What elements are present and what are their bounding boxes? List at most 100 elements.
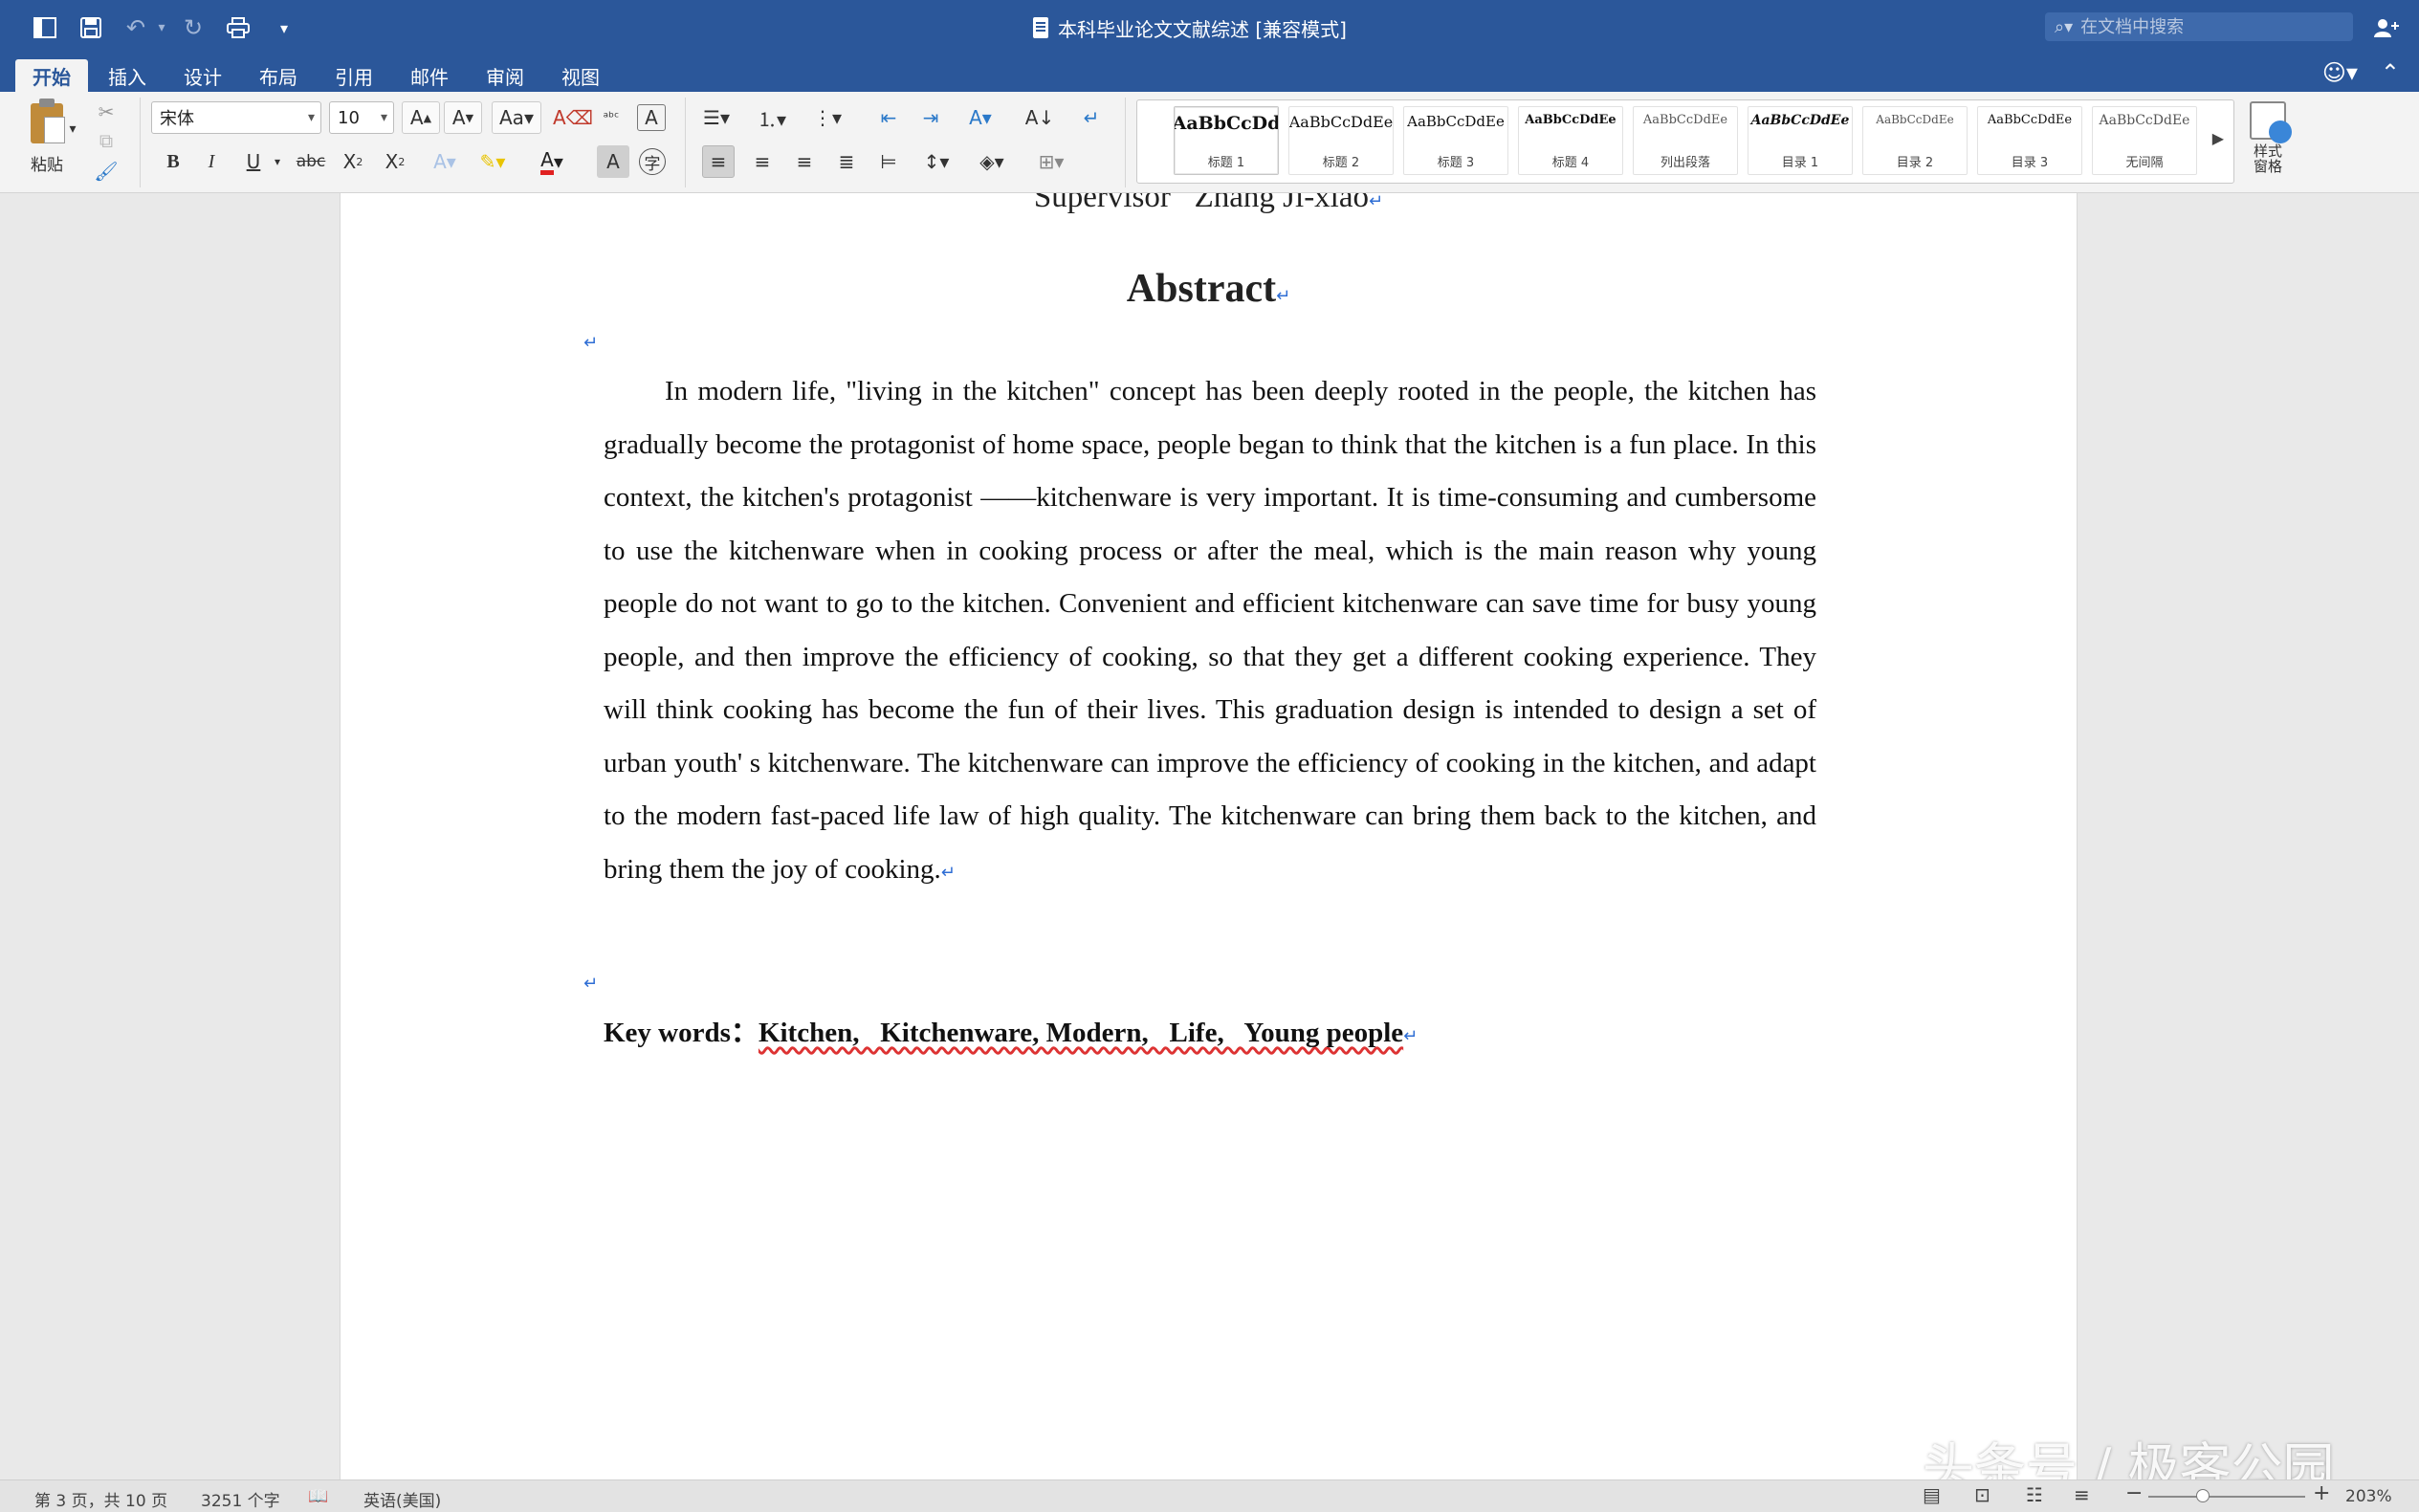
document-page[interactable]: Supervisor Zhang Ji-xiao↵ Abstract↵ ↵ In… — [340, 193, 2078, 1479]
highlight-color-icon[interactable]: ✎▾ — [476, 145, 509, 178]
zoom-in-icon[interactable]: + — [2313, 1481, 2330, 1505]
justify-icon[interactable]: ≣ — [830, 145, 863, 178]
align-left-icon[interactable]: ≡ — [702, 145, 735, 178]
style-heading-3[interactable]: AaBbCcDdEe 标题 3 — [1403, 106, 1508, 175]
abstract-paragraph[interactable]: In modern life, "living in the kitchen" … — [604, 365, 1816, 899]
collapse-ribbon-icon[interactable]: ⌃ — [2381, 59, 2400, 86]
paragraph-mark-icon: ↵ — [1369, 193, 1384, 211]
copy-icon[interactable]: ⧉ — [90, 124, 122, 157]
share-icon[interactable] — [2370, 11, 2403, 44]
tab-design[interactable]: 设计 — [166, 59, 239, 92]
sidebar-toggle-icon[interactable] — [29, 11, 61, 44]
style-label: 目录 3 — [2011, 156, 2049, 170]
style-toc-3[interactable]: AaBbCcDdEe 目录 3 — [1977, 106, 2082, 175]
zoom-level[interactable]: 203% — [2345, 1487, 2392, 1506]
style-label: 目录 1 — [1781, 156, 1819, 170]
clear-formatting-icon[interactable]: A⌫ — [553, 101, 593, 134]
page-count[interactable]: 第 3 页，共 10 页 — [34, 1487, 167, 1511]
search-input[interactable] — [2080, 16, 2330, 37]
tab-layout[interactable]: 布局 — [242, 59, 315, 92]
decrease-indent-icon[interactable]: ⇤ — [872, 101, 905, 134]
increase-indent-icon[interactable]: ⇥ — [914, 101, 947, 134]
undo-dropdown-icon[interactable]: ▾ — [145, 11, 178, 44]
search-box[interactable]: ⌕▾ — [2045, 12, 2353, 41]
style-sample: AaBbCcDdEe — [1987, 113, 2073, 127]
distributed-icon[interactable]: ⊨ — [872, 145, 905, 178]
feedback-smiley-icon[interactable]: ☺▾ — [2322, 59, 2358, 86]
draft-view-icon[interactable]: ≡ — [2074, 1483, 2090, 1506]
italic-icon[interactable]: I — [195, 145, 228, 178]
tab-review[interactable]: 审阅 — [469, 59, 541, 92]
proofing-icon[interactable]: 📖 — [308, 1487, 328, 1506]
sort-icon[interactable]: A↓ — [1023, 101, 1056, 134]
numbering-icon[interactable]: ⒈▾ — [756, 101, 788, 134]
document-area[interactable]: Supervisor Zhang Ji-xiao↵ Abstract↵ ↵ In… — [0, 193, 2419, 1479]
supervisor-line[interactable]: Supervisor Zhang Ji-xiao↵ — [341, 193, 2077, 215]
underline-dropdown-icon[interactable]: ▾ — [270, 145, 285, 178]
character-shading-icon[interactable]: A — [597, 145, 629, 178]
outline-view-icon[interactable]: ☷ — [2026, 1483, 2043, 1506]
enclose-characters-icon[interactable]: 字 — [639, 148, 666, 175]
subscript-icon[interactable]: X2 — [337, 145, 369, 178]
font-name-value: 宋体 — [160, 109, 194, 129]
phonetic-guide-icon[interactable]: ᵃᵇᶜ — [595, 101, 627, 134]
customize-toolbar-icon[interactable]: ▾ — [268, 11, 300, 44]
document-icon — [1033, 17, 1048, 38]
font-color-icon[interactable]: A ▾ — [536, 145, 568, 178]
styles-gallery-next-icon[interactable]: ▶ — [2212, 129, 2224, 147]
print-layout-icon[interactable]: ▤ — [1923, 1483, 1941, 1506]
asian-layout-icon[interactable]: A▾ — [964, 101, 997, 134]
tab-home[interactable]: 开始 — [15, 59, 88, 92]
redo-icon[interactable]: ↻ — [177, 11, 209, 44]
format-painter-icon[interactable]: 🖌 — [90, 155, 122, 187]
zoom-slider-thumb[interactable] — [2196, 1489, 2210, 1502]
styles-pane-icon — [2250, 101, 2292, 143]
tab-view[interactable]: 视图 — [544, 59, 617, 92]
style-label: 列出段落 — [1660, 156, 1710, 170]
web-layout-icon[interactable]: ⊡ — [1974, 1483, 1990, 1506]
paste-label: 粘贴 — [31, 156, 63, 175]
language-indicator[interactable]: 英语(美国) — [363, 1487, 441, 1511]
font-size-select[interactable]: 10 — [329, 101, 394, 134]
zoom-out-icon[interactable]: − — [2125, 1481, 2143, 1505]
tab-insert[interactable]: 插入 — [91, 59, 164, 92]
style-toc-2[interactable]: AaBbCcDdEe 目录 2 — [1862, 106, 1968, 175]
character-border-icon[interactable]: A — [637, 104, 666, 131]
borders-icon[interactable]: ⊞▾ — [1035, 145, 1067, 178]
align-right-icon[interactable]: ≡ — [788, 145, 821, 178]
text-effects-icon[interactable]: A▾ — [429, 145, 461, 178]
tab-references[interactable]: 引用 — [318, 59, 390, 92]
abstract-heading[interactable]: Abstract↵ — [341, 266, 2077, 312]
change-case-icon[interactable]: Aa▾ — [492, 101, 541, 134]
align-center-icon[interactable]: ≡ — [746, 145, 779, 178]
style-label: 无间隔 — [2125, 156, 2164, 170]
cut-icon[interactable]: ✂ — [90, 96, 122, 128]
style-heading-4[interactable]: AaBbCcDdEe 标题 4 — [1518, 106, 1623, 175]
multilevel-list-icon[interactable]: ⋮▾ — [811, 101, 844, 134]
styles-pane-button[interactable]: 样式 窗格 — [2244, 101, 2292, 187]
font-name-select[interactable]: 宋体 — [151, 101, 321, 134]
show-formatting-marks-icon[interactable]: ↵ — [1075, 101, 1108, 134]
tab-mailings[interactable]: 邮件 — [393, 59, 466, 92]
shading-icon[interactable]: ◈▾ — [976, 145, 1008, 178]
superscript-icon[interactable]: X2 — [379, 145, 411, 178]
strikethrough-icon[interactable]: abc — [295, 145, 327, 178]
word-count[interactable]: 3251 个字 — [201, 1487, 280, 1511]
bullets-icon[interactable]: ☰▾ — [700, 101, 733, 134]
style-heading-2[interactable]: AaBbCcDdEe 标题 2 — [1288, 106, 1394, 175]
style-heading-1[interactable]: AaBbCcDd 标题 1 — [1174, 106, 1279, 175]
grow-font-icon[interactable]: A ▲ — [402, 101, 440, 134]
title-bar: ↶ ▾ ↻ ▾ 本科毕业论文文献综述 [兼容模式] ⌕▾ — [0, 0, 2419, 55]
style-list-paragraph[interactable]: AaBbCcDdEe 列出段落 — [1633, 106, 1738, 175]
zoom-slider[interactable] — [2148, 1496, 2305, 1498]
style-no-spacing[interactable]: AaBbCcDdEe 无间隔 — [2092, 106, 2197, 175]
shrink-font-icon[interactable]: A ▼ — [444, 101, 482, 134]
underline-icon[interactable]: U — [237, 145, 270, 178]
bold-icon[interactable]: B — [157, 145, 189, 178]
save-icon[interactable] — [75, 11, 107, 44]
print-icon[interactable] — [222, 11, 254, 44]
keywords-line[interactable]: Key words：Kitchen, Kitchenware, Modern, … — [604, 1010, 1418, 1050]
line-spacing-icon[interactable]: ↕▾ — [920, 145, 953, 178]
style-toc-1[interactable]: AaBbCcDdEe 目录 1 — [1748, 106, 1853, 175]
paste-options-icon[interactable]: ▾ — [65, 113, 80, 145]
